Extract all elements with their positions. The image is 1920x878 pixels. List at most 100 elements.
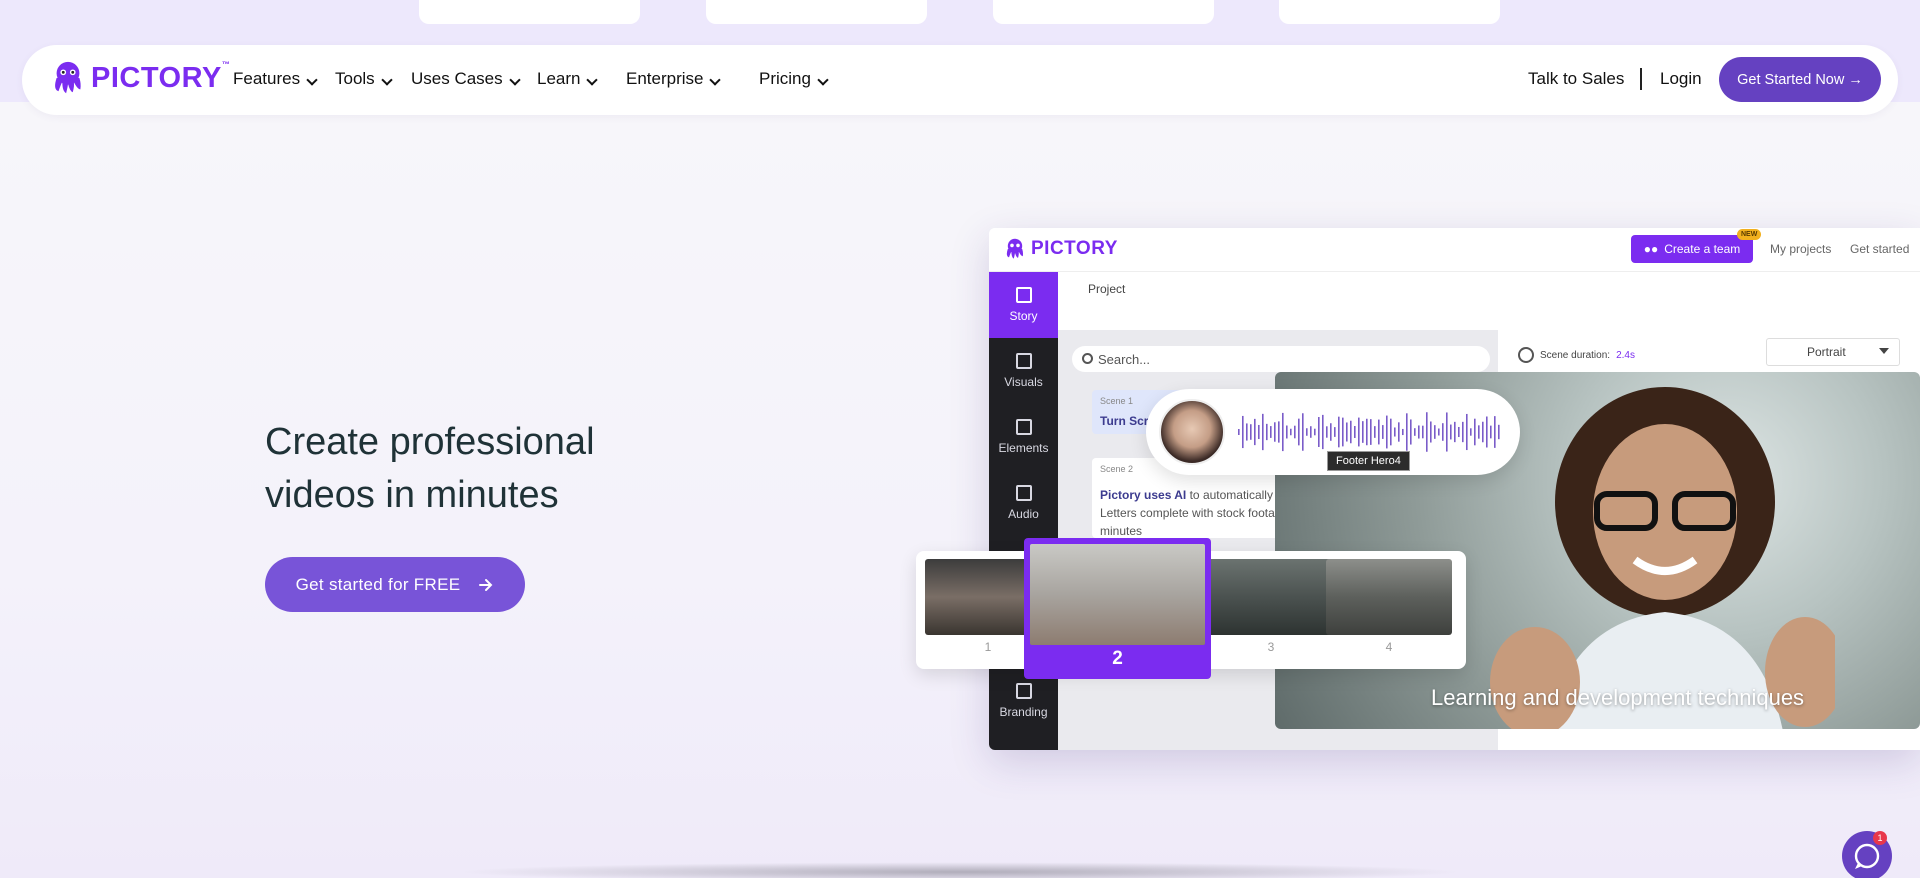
- waveform-bar: [1238, 429, 1240, 435]
- waveform-bar: [1370, 419, 1372, 445]
- chevron-down-icon: [586, 74, 599, 86]
- story-icon: [1015, 287, 1032, 303]
- waveform-bar: [1454, 421, 1456, 443]
- waveform-bar: [1442, 423, 1444, 441]
- sidebar-label: Story: [1009, 309, 1038, 323]
- thumbnail-image[interactable]: [1326, 559, 1452, 635]
- login-link[interactable]: Login: [1660, 69, 1702, 89]
- waveform-bar: [1346, 422, 1348, 442]
- waveform-bar: [1326, 426, 1328, 438]
- strip-card: [419, 0, 640, 24]
- app-logo-text: PICTORY: [1031, 238, 1118, 259]
- nav-features[interactable]: Features: [233, 69, 318, 89]
- nav-learn[interactable]: Learn: [537, 69, 599, 89]
- nav-pricing[interactable]: Pricing: [759, 69, 829, 89]
- waveform-bar: [1290, 428, 1292, 436]
- nav-use-cases[interactable]: Uses Cases: [411, 69, 521, 89]
- chevron-down-icon: [709, 74, 722, 86]
- chevron-down-icon: [381, 74, 393, 86]
- waveform-bar: [1446, 412, 1448, 452]
- team-icon: ●●: [1643, 242, 1659, 256]
- waveform-bar: [1410, 419, 1412, 445]
- scene-title: Scene 1: [1100, 396, 1134, 406]
- waveform-bar: [1414, 428, 1416, 436]
- waveform-bar: [1418, 425, 1420, 439]
- caret-down-icon: [1879, 348, 1889, 354]
- presenter-woman-image: [1490, 387, 1835, 729]
- orientation-value: Portrait: [1807, 345, 1846, 359]
- sidebar-item-audio[interactable]: Audio: [989, 470, 1058, 536]
- scene-duration: Scene duration: 2.4s: [1518, 347, 1635, 363]
- my-projects-link[interactable]: My projects: [1770, 242, 1831, 256]
- waveform-bar: [1274, 422, 1276, 442]
- sidebar-label: Branding: [999, 705, 1048, 719]
- waveform-bar: [1390, 418, 1392, 446]
- thumbnail-image[interactable]: [1208, 559, 1334, 635]
- get-started-now-button[interactable]: Get Started Now →: [1719, 57, 1881, 102]
- waveform-bar: [1462, 421, 1464, 443]
- audio-tag: Footer Hero4: [1327, 451, 1410, 471]
- waveform-bar: [1338, 416, 1340, 448]
- trademark-mark: ™: [221, 59, 230, 69]
- waveform-bar: [1286, 425, 1288, 439]
- search-input[interactable]: Search...: [1072, 346, 1490, 372]
- waveform-bar: [1394, 427, 1396, 437]
- button-label: Get started for FREE: [295, 574, 461, 594]
- video-caption: Learning and development techniques: [1431, 685, 1805, 710]
- waveform-bar: [1282, 412, 1284, 452]
- waveform-bar: [1438, 428, 1440, 436]
- waveform-bar: [1314, 428, 1316, 436]
- get-started-free-button[interactable]: Get started for FREE: [265, 557, 525, 612]
- nav-label: Enterprise: [626, 69, 704, 88]
- nav-label: Features: [233, 69, 301, 88]
- scene-text-bold: Pictory uses AI: [1100, 488, 1187, 502]
- waveform-bar: [1306, 428, 1308, 436]
- sidebar-item-visuals[interactable]: Visuals: [989, 338, 1058, 404]
- waveform-bar: [1458, 426, 1460, 438]
- waveform-bar: [1470, 428, 1472, 436]
- nav-tools[interactable]: Tools: [335, 69, 393, 89]
- create-team-button[interactable]: ●● Create a team: [1631, 235, 1753, 263]
- active-thumbnail[interactable]: 2: [1024, 538, 1211, 679]
- nav-label: Learn: [537, 69, 581, 88]
- waveform-bar: [1490, 425, 1492, 439]
- elements-icon: [1015, 419, 1032, 435]
- strip-card: [993, 0, 1214, 24]
- waveform-bar: [1262, 413, 1264, 451]
- sidebar-item-story[interactable]: Story: [989, 272, 1058, 338]
- nav-enterprise[interactable]: Enterprise: [626, 69, 722, 89]
- nav-divider: [1640, 68, 1642, 90]
- strip-card: [706, 0, 927, 24]
- section-shadow: [455, 862, 1465, 878]
- scene-title: Scene 2: [1100, 464, 1134, 474]
- narrator-avatar: [1159, 399, 1225, 465]
- app-header: PICTORY ●● Create a team NEW My projects…: [989, 228, 1920, 272]
- briefcase-icon: [1015, 683, 1032, 699]
- waveform-bar: [1386, 415, 1388, 449]
- get-started-link[interactable]: Get started: [1850, 242, 1909, 256]
- arrow-right-icon: [479, 578, 493, 591]
- octopus-logo-icon: [55, 61, 81, 94]
- app-logo: PICTORY: [1003, 237, 1118, 261]
- waveform-bar: [1358, 417, 1360, 447]
- waveform-bar: [1266, 423, 1268, 441]
- thumbnail-number: 2: [1112, 648, 1123, 669]
- sidebar-label: Audio: [1008, 507, 1039, 521]
- pictory-logo[interactable]: PICTORY ™: [49, 59, 230, 97]
- waveform-bar: [1434, 425, 1436, 439]
- waveform-bar: [1334, 427, 1336, 437]
- search-icon: [1082, 353, 1093, 364]
- waveform-bar: [1486, 416, 1488, 448]
- waveform-bar: [1246, 423, 1248, 441]
- waveform-bar: [1482, 421, 1484, 443]
- talk-to-sales-link[interactable]: Talk to Sales: [1528, 69, 1624, 89]
- orientation-select[interactable]: Portrait: [1766, 338, 1900, 366]
- new-badge: NEW: [1737, 229, 1762, 240]
- sidebar-label: Visuals: [1004, 375, 1043, 389]
- waveform-bar: [1254, 418, 1256, 446]
- waveform-bar: [1366, 418, 1368, 446]
- waveform-bar: [1342, 417, 1344, 447]
- waveform-bar: [1374, 426, 1376, 438]
- nav-label: Uses Cases: [411, 69, 503, 88]
- sidebar-item-elements[interactable]: Elements: [989, 404, 1058, 470]
